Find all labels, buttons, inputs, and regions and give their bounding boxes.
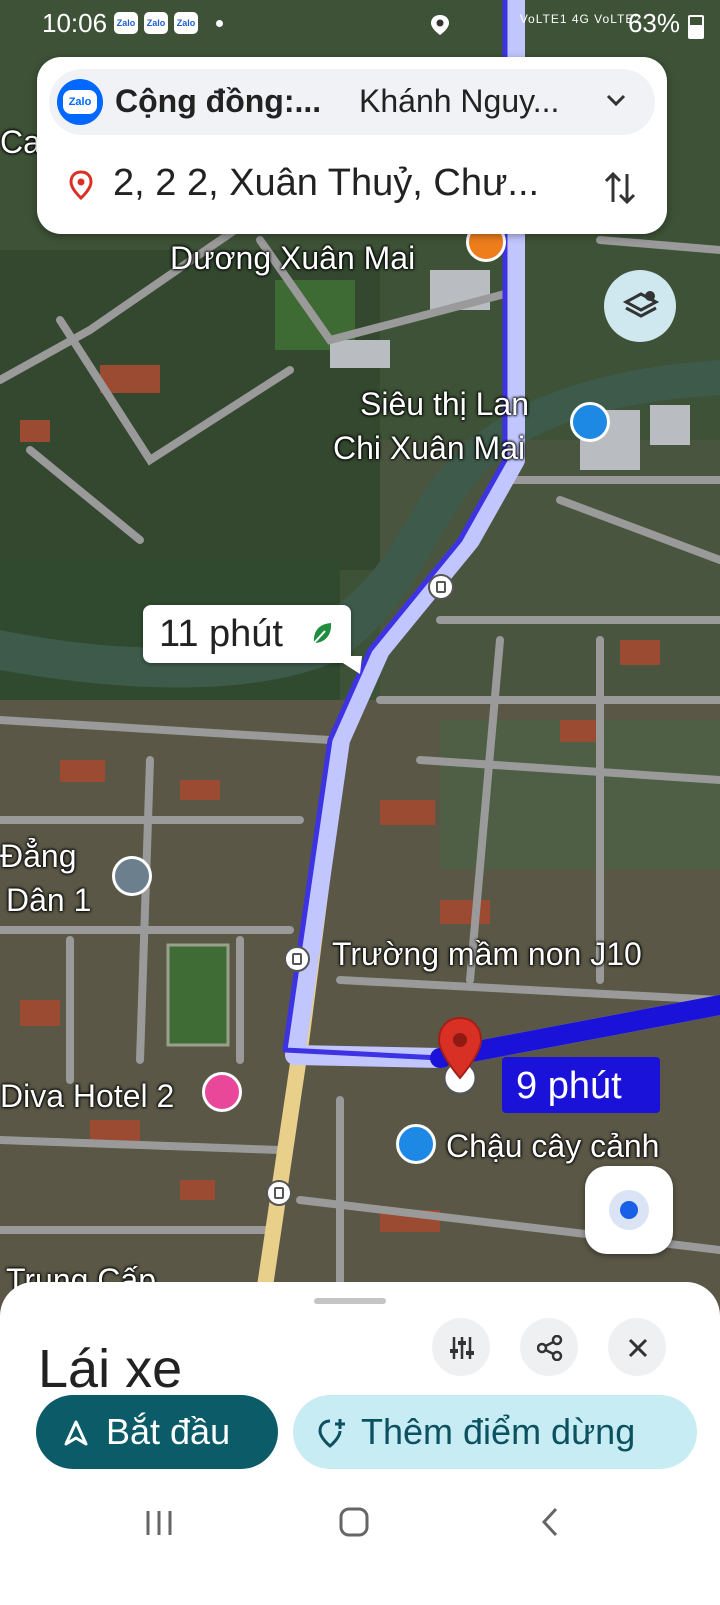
system-nav-bar	[0, 1490, 720, 1560]
zalo-notification-icon: Zalo	[114, 12, 138, 34]
close-button[interactable]	[608, 1318, 666, 1376]
add-stop-label: Thêm điểm dừng	[361, 1411, 636, 1452]
bus-stop-icon[interactable]	[266, 1180, 292, 1206]
start-navigation-button[interactable]: Bắt đầu	[36, 1395, 278, 1469]
hotel-icon[interactable]	[202, 1072, 242, 1112]
school-icon[interactable]	[112, 856, 152, 896]
battery-icon	[688, 15, 704, 39]
battery-level: 63%	[627, 8, 680, 38]
navigation-arrow-icon	[64, 1420, 88, 1446]
my-location-button[interactable]	[585, 1166, 673, 1254]
map-label: Chậu cây cảnh	[446, 1128, 660, 1164]
share-button[interactable]	[520, 1318, 578, 1376]
origin-name: Khánh Nguy...	[359, 83, 560, 119]
signal-icon: VoLTE1 4G VoLTE2	[519, 12, 642, 26]
map-label: Siêu thị Lan	[360, 386, 530, 422]
origin-field[interactable]: Zalo Cộng đồng:... Khánh Nguy...	[49, 69, 655, 135]
sheet-drag-handle[interactable]	[314, 1298, 386, 1304]
map-label: Dân 1	[6, 882, 92, 918]
recent-apps-icon[interactable]	[144, 1508, 174, 1538]
shopping-cart-icon[interactable]	[570, 402, 610, 442]
chevron-down-icon[interactable]	[605, 87, 627, 113]
back-icon[interactable]	[538, 1506, 562, 1538]
map-label: Diva Hotel 2	[0, 1078, 175, 1114]
bus-stop-icon[interactable]	[284, 946, 310, 972]
zalo-notification-icon: Zalo	[174, 12, 198, 34]
zalo-app-icon: Zalo	[57, 79, 103, 125]
bus-stop-icon[interactable]	[428, 574, 454, 600]
add-location-icon	[318, 1419, 345, 1448]
share-icon	[537, 1335, 563, 1361]
status-bar: 10:06 Zalo Zalo Zalo VoLTE1 4G VoLTE2 63…	[0, 0, 720, 48]
route-eta-time: 11 phút	[159, 613, 283, 655]
close-icon	[628, 1338, 648, 1358]
travel-mode-title: Lái xe	[38, 1339, 183, 1399]
eta-badge-pointer	[332, 656, 362, 674]
eco-leaf-icon	[313, 623, 332, 644]
location-icon	[431, 15, 449, 35]
sliders-icon	[450, 1337, 474, 1359]
layers-button[interactable]	[604, 270, 676, 342]
map-label: Ca	[0, 124, 41, 160]
map-label: Chi Xuân Mai	[333, 430, 526, 466]
alt-route-eta-time: 9 phút	[516, 1065, 622, 1107]
map-label: Đẳng	[0, 838, 77, 874]
location-pin-icon	[69, 170, 93, 200]
destination-field[interactable]: 2, 2 2, Xuân Thuỷ, Chư...	[49, 152, 655, 222]
swap-directions-icon[interactable]	[603, 168, 637, 208]
status-time: 10:06	[42, 8, 108, 38]
destination-pin-icon[interactable]	[436, 1016, 484, 1080]
map-label: Trường mầm non J10	[332, 936, 642, 972]
more-notifications-icon	[216, 20, 223, 27]
alt-route-eta-badge[interactable]: 9 phút	[502, 1057, 660, 1113]
add-stop-button[interactable]: Thêm điểm dừng	[293, 1395, 697, 1469]
directions-card: Zalo Cộng đồng:... Khánh Nguy... 2, 2 2,…	[37, 57, 667, 234]
shopping-bag-icon[interactable]	[396, 1124, 436, 1164]
zalo-notification-icon: Zalo	[144, 12, 168, 34]
route-eta-badge[interactable]: 11 phút	[143, 605, 351, 663]
start-label: Bắt đầu	[106, 1411, 231, 1452]
origin-label: Cộng đồng:...	[115, 83, 322, 119]
home-icon[interactable]	[338, 1506, 370, 1538]
destination-text: 2, 2 2, Xuân Thuỷ, Chư...	[113, 162, 540, 204]
location-dot-icon	[620, 1201, 638, 1219]
map-label: Dương Xuân Mai	[170, 240, 416, 276]
layers-icon	[622, 291, 660, 318]
route-options-button[interactable]	[432, 1318, 490, 1376]
